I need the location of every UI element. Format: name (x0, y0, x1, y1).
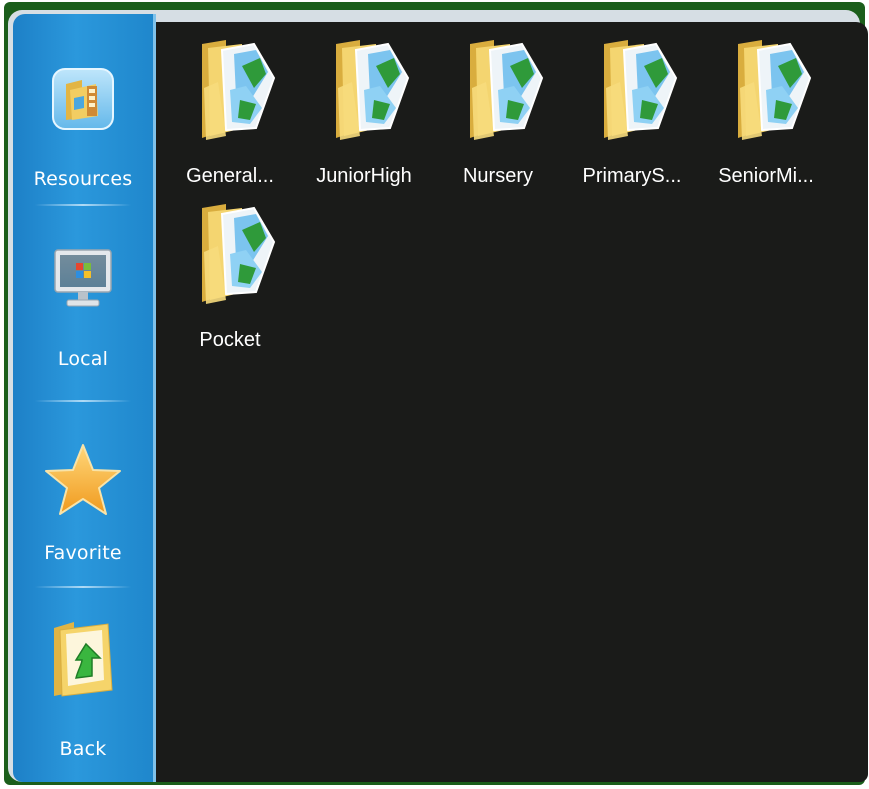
picture-folder-icon (738, 40, 812, 140)
sidebar-item-back[interactable]: Back (13, 608, 153, 760)
folder-item[interactable]: JuniorHigh (304, 38, 424, 188)
folder-item[interactable]: Nursery (438, 38, 558, 188)
picture-folder-icon (202, 40, 276, 140)
back-arrow-folder-icon (46, 618, 120, 703)
sidebar-item-local[interactable]: Local (13, 238, 153, 388)
resources-folder-icon (52, 68, 114, 135)
picture-folder-icon (470, 40, 544, 140)
folder-label: General... (186, 165, 274, 187)
sidebar-item-resources[interactable]: Resources (13, 60, 153, 210)
folder-item[interactable]: PrimaryS... (572, 38, 692, 188)
folder-label: Pocket (199, 329, 261, 351)
folder-item[interactable]: General... (170, 38, 290, 188)
sidebar-item-label: Back (59, 738, 107, 760)
folder-grid: General... JuniorHigh Nursery PrimaryS..… (156, 22, 868, 782)
sidebar-divider (35, 204, 131, 206)
folder-label: PrimaryS... (582, 165, 682, 187)
sidebar-item-label: Favorite (44, 542, 122, 564)
folder-label: SeniorMi... (718, 165, 814, 187)
picture-folder-icon (604, 40, 678, 140)
sidebar-divider (35, 400, 131, 402)
folder-label: Nursery (462, 165, 533, 187)
folder-item[interactable]: SeniorMi... (706, 38, 826, 188)
sidebar-item-label: Resources (33, 168, 133, 190)
folder-item[interactable]: Pocket (170, 202, 290, 352)
sidebar-divider (35, 586, 131, 588)
picture-folder-icon (336, 40, 410, 140)
folder-label: JuniorHigh (316, 165, 412, 187)
sidebar-item-favorite[interactable]: Favorite (13, 430, 153, 580)
monitor-icon (51, 246, 115, 315)
star-icon (43, 442, 123, 523)
sidebar-item-label: Local (57, 348, 109, 370)
sidebar: Resources Local Favorite Back (13, 14, 156, 782)
picture-folder-icon (202, 204, 276, 304)
